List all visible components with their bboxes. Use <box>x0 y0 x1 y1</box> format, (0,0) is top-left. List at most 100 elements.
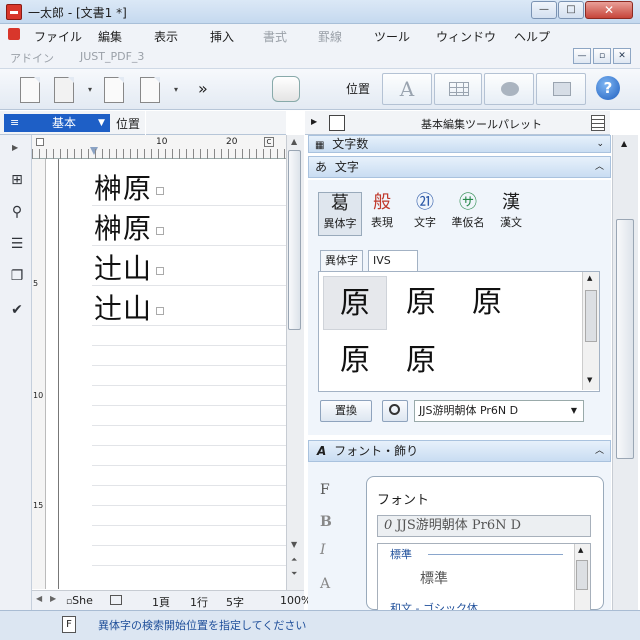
expand-arrow-icon[interactable]: ▶ <box>12 143 18 152</box>
position-tab[interactable]: 位置 <box>116 115 140 132</box>
app-icon[interactable] <box>6 4 22 20</box>
save-icon[interactable] <box>104 77 124 103</box>
quasi-kana-button[interactable]: ㋚準仮名 <box>446 192 490 236</box>
document-line[interactable]: 榊原 <box>94 213 165 245</box>
glyph-scroll-thumb[interactable] <box>585 290 597 342</box>
view-mode-icon[interactable] <box>110 595 122 605</box>
scroll-down-icon[interactable]: ▼ <box>291 540 297 549</box>
speech-balloon-icon[interactable] <box>272 76 300 102</box>
section-font[interactable]: A フォント・飾り ︿ <box>308 440 611 462</box>
zoom-indicator[interactable]: 100% <box>280 594 311 607</box>
style-select[interactable]: ≡ 基本 ▼ <box>4 114 110 132</box>
menu-addin[interactable]: アドイン <box>10 50 54 66</box>
section-moji-label: 文字 <box>334 160 359 174</box>
print-dropdown-icon[interactable]: ▾ <box>174 85 178 94</box>
palette-title: 基本編集ツールパレット <box>421 118 542 131</box>
document-line[interactable]: 辻山 <box>94 293 165 325</box>
menu-help[interactable]: ヘルプ <box>514 28 550 45</box>
menu-file[interactable]: ファイル <box>34 28 82 45</box>
decoration-side-button[interactable]: A <box>320 576 330 592</box>
page-up-icon[interactable]: ⏶ <box>291 555 297 565</box>
close-button[interactable]: ✕ <box>585 1 633 19</box>
current-font-display[interactable]: 0 JJS游明朝体 Pr6N D <box>377 515 591 537</box>
clipboard-icon[interactable]: ❐ <box>8 267 26 285</box>
maximize-button[interactable]: □ <box>558 1 584 19</box>
expand-arrow-icon[interactable]: ▶ <box>311 117 317 126</box>
document-area[interactable]: 榊原 榊原 辻山 辻山 <box>46 159 286 589</box>
italic-side-button[interactable]: I <box>320 542 326 558</box>
font-a-icon[interactable]: A <box>382 73 432 105</box>
glyph-candidate[interactable]: 原 <box>323 334 387 388</box>
tab-ivs[interactable]: IVS <box>368 250 418 273</box>
status-bar: F 異体字の検索開始位置を指定してください <box>0 610 640 640</box>
kanbun-button[interactable]: 漢漢文 <box>489 192 533 236</box>
sheet-prev-icon[interactable]: ◀ <box>36 594 42 603</box>
font-list[interactable]: 標準 標準 和文 - ゴシック体 ▲ <box>377 543 591 611</box>
document-scroll-thumb[interactable] <box>288 150 301 330</box>
shape-icon[interactable] <box>484 73 534 105</box>
font-select[interactable]: JJS游明朝体 Pr6N D ▼ <box>414 400 584 422</box>
layout-icon[interactable] <box>536 73 586 105</box>
outline-icon[interactable]: ☰ <box>8 235 26 253</box>
variant-char-button[interactable]: 葛異体字 <box>318 192 362 236</box>
scroll-up-icon[interactable]: ▲ <box>621 139 627 148</box>
more-tools-button[interactable]: » <box>198 79 208 98</box>
help-button[interactable]: ? <box>596 76 620 100</box>
menu-bar: ファイル 編集 表示 挿入 書式 罫線 ツール ウィンドウ ヘルプ <box>0 24 640 46</box>
font-list-scrollbar[interactable]: ▲ <box>574 544 590 610</box>
font-side-button[interactable]: F <box>320 482 330 498</box>
minimize-button[interactable]: — <box>531 1 557 19</box>
bold-side-button[interactable]: B <box>320 514 332 530</box>
menu-edit[interactable]: 編集 <box>98 28 122 45</box>
expression-button[interactable]: 般表現 <box>360 192 404 236</box>
scroll-up-icon[interactable]: ▲ <box>578 546 583 554</box>
page-down-icon[interactable]: ⏷ <box>291 569 297 579</box>
scroll-down-icon[interactable]: ▼ <box>587 376 592 384</box>
section-moji[interactable]: あ 文字 ︿ <box>308 156 611 178</box>
search-icon[interactable]: ⚲ <box>8 203 26 221</box>
document-line[interactable]: 榊原 <box>94 173 165 205</box>
print-icon[interactable] <box>140 77 160 103</box>
section-wordcount[interactable]: ▦ 文字数 ⌄ <box>308 135 611 153</box>
font-list-item[interactable]: 標準 <box>420 568 448 588</box>
menu-tools[interactable]: ツール <box>374 28 410 45</box>
menu-insert[interactable]: 挿入 <box>210 28 234 45</box>
palette-switch-icon[interactable] <box>329 115 345 131</box>
doc-close-button[interactable]: ✕ <box>613 48 631 64</box>
menu-format[interactable]: 書式 <box>263 28 287 45</box>
menu-just-pdf[interactable]: JUST_PDF_3 <box>80 50 144 63</box>
sheet-next-icon[interactable]: ▶ <box>50 594 56 603</box>
menu-ruled-lines[interactable]: 罫線 <box>318 28 342 45</box>
ruler-ticks <box>32 149 286 159</box>
scroll-up-icon[interactable]: ▲ <box>291 137 297 146</box>
table-icon[interactable] <box>434 73 482 105</box>
palette-scrollbar[interactable]: ▲ <box>612 135 638 610</box>
doc-icon[interactable] <box>8 28 20 40</box>
scroll-up-icon[interactable]: ▲ <box>587 274 592 282</box>
document-line[interactable]: 辻山 <box>94 253 165 285</box>
glyph-scrollbar[interactable]: ▲ ▼ <box>582 272 599 390</box>
glyph-candidate[interactable]: 原 <box>323 276 387 330</box>
tab-variant-char[interactable]: 異体字 <box>320 250 363 272</box>
menu-window[interactable]: ウィンドウ <box>436 28 496 45</box>
glyph-candidate[interactable]: 原 <box>455 276 519 330</box>
doc-minimize-button[interactable]: — <box>573 48 591 64</box>
open-icon[interactable] <box>54 77 74 103</box>
replace-button[interactable]: 置換 <box>320 400 372 422</box>
palette-scroll-thumb[interactable] <box>616 219 634 459</box>
search-glyph-button[interactable] <box>382 400 408 422</box>
font-list-thumb[interactable] <box>576 560 588 590</box>
glyph-candidate[interactable]: 原 <box>389 334 453 388</box>
chevron-down-icon: ▼ <box>98 118 105 128</box>
palette-menu-icon[interactable] <box>591 115 605 131</box>
sheet-tab[interactable]: ▫She <box>66 594 93 607</box>
open-dropdown-icon[interactable]: ▾ <box>88 85 92 94</box>
glyph-candidate[interactable]: 原 <box>389 276 453 330</box>
doc-restore-button[interactable]: ▫ <box>593 48 611 64</box>
new-document-icon[interactable] <box>20 77 40 103</box>
menu-view[interactable]: 表示 <box>154 28 178 45</box>
character-button[interactable]: ㉑文字 <box>403 192 447 236</box>
check-icon[interactable]: ✔ <box>8 301 26 319</box>
grid-view-icon[interactable]: ⊞ <box>8 171 26 189</box>
moji-icon: あ <box>315 160 328 174</box>
